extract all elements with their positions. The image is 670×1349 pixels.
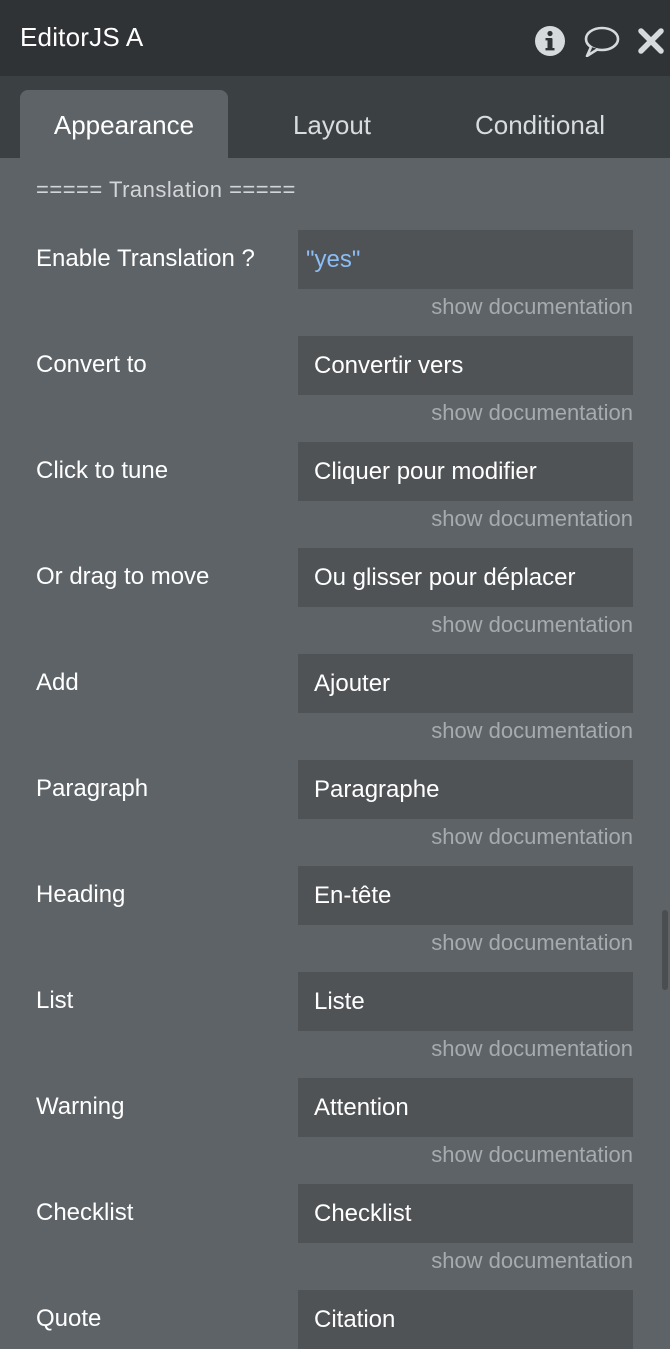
- field-row-paragraph: Paragraph Paragraphe show documentation: [0, 760, 670, 866]
- show-documentation-link[interactable]: show documentation: [431, 930, 633, 956]
- heading-input[interactable]: En-tête: [298, 866, 633, 925]
- field-label: Click to tune: [36, 457, 169, 484]
- quote-input[interactable]: Citation: [298, 1290, 633, 1349]
- tab-appearance[interactable]: Appearance: [20, 90, 228, 158]
- field-label: Add: [36, 669, 79, 696]
- show-documentation-link[interactable]: show documentation: [431, 400, 633, 426]
- field-label: Paragraph: [36, 775, 149, 802]
- field-label: Heading: [36, 881, 126, 908]
- field-label: Or drag to move: [36, 563, 210, 590]
- field-row-add: Add Ajouter show documentation: [0, 654, 670, 760]
- paragraph-input[interactable]: Paragraphe: [298, 760, 633, 819]
- show-documentation-link[interactable]: show documentation: [431, 612, 633, 638]
- convert-to-input[interactable]: Convertir vers: [298, 336, 633, 395]
- tab-conditional[interactable]: Conditional: [440, 90, 640, 158]
- info-icon[interactable]: [534, 25, 566, 57]
- show-documentation-link[interactable]: show documentation: [431, 824, 633, 850]
- tab-layout[interactable]: Layout: [232, 90, 432, 158]
- field-label: Checklist: [36, 1199, 134, 1226]
- field-row-checklist: Checklist Checklist show documentation: [0, 1184, 670, 1290]
- show-documentation-link[interactable]: show documentation: [431, 718, 633, 744]
- close-icon[interactable]: [637, 25, 669, 57]
- scrollbar[interactable]: [662, 910, 668, 990]
- field-label: Enable Translation ?: [36, 245, 255, 272]
- window-title: EditorJS A: [20, 22, 144, 52]
- field-row-list: List Liste show documentation: [0, 972, 670, 1078]
- field-row-quote: Quote Citation: [0, 1290, 670, 1349]
- field-row-click-to-tune: Click to tune Cliquer pour modifier show…: [0, 442, 670, 548]
- section-header: ===== Translation =====: [36, 177, 296, 202]
- field-row-convert-to: Convert to Convertir vers show documenta…: [0, 336, 670, 442]
- show-documentation-link[interactable]: show documentation: [431, 1248, 633, 1274]
- drag-to-move-input[interactable]: Ou glisser pour déplacer: [298, 548, 633, 607]
- add-input[interactable]: Ajouter: [298, 654, 633, 713]
- show-documentation-link[interactable]: show documentation: [431, 1142, 633, 1168]
- list-input[interactable]: Liste: [298, 972, 633, 1031]
- field-label: Quote: [36, 1305, 102, 1332]
- show-documentation-link[interactable]: show documentation: [431, 1036, 633, 1062]
- field-row-heading: Heading En-tête show documentation: [0, 866, 670, 972]
- show-documentation-link[interactable]: show documentation: [431, 506, 633, 532]
- field-row-drag-to-move: Or drag to move Ou glisser pour déplacer…: [0, 548, 670, 654]
- enable-translation-input[interactable]: "yes": [298, 230, 633, 289]
- checklist-input[interactable]: Checklist: [298, 1184, 633, 1243]
- warning-input[interactable]: Attention: [298, 1078, 633, 1137]
- click-to-tune-input[interactable]: Cliquer pour modifier: [298, 442, 633, 501]
- field-row-warning: Warning Attention show documentation: [0, 1078, 670, 1184]
- field-label: Convert to: [36, 351, 147, 378]
- tab-bar: Appearance Layout Conditional: [0, 76, 670, 158]
- field-label: List: [36, 987, 74, 1014]
- comment-icon[interactable]: [583, 25, 621, 57]
- title-bar: EditorJS A: [0, 0, 670, 76]
- show-documentation-link[interactable]: show documentation: [431, 294, 633, 320]
- field-label: Warning: [36, 1093, 125, 1120]
- field-row-enable-translation: Enable Translation ? "yes" show document…: [0, 230, 670, 336]
